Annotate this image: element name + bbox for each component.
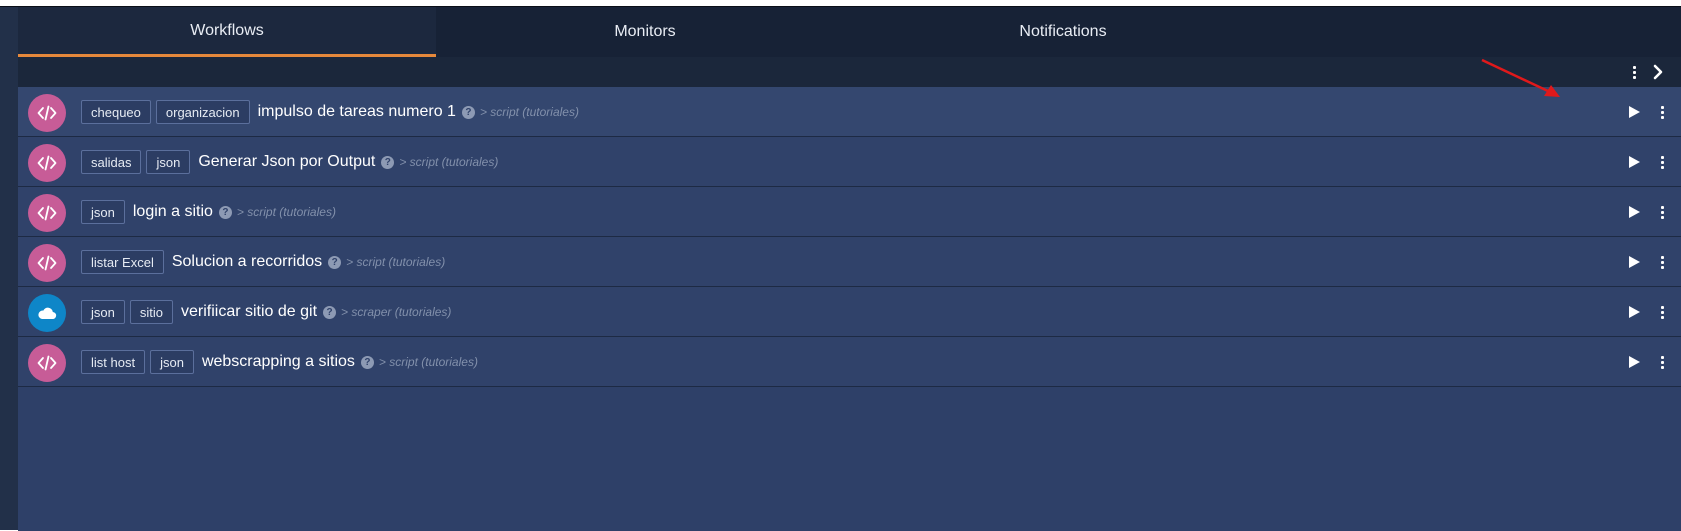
workflow-tag[interactable]: sitio xyxy=(129,300,173,324)
workflow-name[interactable]: webscrapping a sitios xyxy=(202,353,355,371)
tab-notifications[interactable]: Notifications xyxy=(854,7,1272,57)
play-icon[interactable] xyxy=(1627,105,1641,119)
workflow-tag[interactable]: salidas xyxy=(81,150,142,174)
workflow-meta: > script (tutoriales) xyxy=(378,355,478,369)
help-icon[interactable]: ? xyxy=(461,105,475,119)
kebab-menu-icon[interactable] xyxy=(1657,254,1667,270)
workflow-name[interactable]: Generar Json por Output xyxy=(198,153,375,171)
workflow-name[interactable]: Solucion a recorridos xyxy=(172,253,322,271)
workflow-meta: > script (tutoriales) xyxy=(479,105,579,119)
workflow-content: json login a sitio? > script (tutoriales) xyxy=(81,199,336,225)
workflow-meta: > script (tutoriales) xyxy=(236,205,336,219)
workflow-meta: > script (tutoriales) xyxy=(399,155,499,169)
workflow-tag[interactable]: chequeo xyxy=(81,100,151,124)
workflow-tag[interactable]: organizacion xyxy=(155,100,250,124)
workflow-content: list host json webscrapping a sitios? > scr… xyxy=(81,349,478,375)
workflow-tag[interactable]: json xyxy=(81,200,125,224)
left-rail xyxy=(0,7,18,530)
code-icon xyxy=(28,344,66,382)
workflow-row[interactable]: json sitio verifiicar sitio de git? > scrap… xyxy=(18,287,1681,337)
kebab-menu-icon[interactable] xyxy=(1657,104,1667,120)
kebab-menu-icon[interactable] xyxy=(1657,204,1667,220)
code-icon xyxy=(28,94,66,132)
workflow-meta: > scraper (tutoriales) xyxy=(341,305,452,319)
kebab-menu-icon[interactable] xyxy=(1657,354,1667,370)
workflow-content: chequeo organizacion impulso de tareas num… xyxy=(81,99,579,125)
workflow-row[interactable]: salidas json Generar Json por Output? > scr… xyxy=(18,137,1681,187)
workflow-meta: > script (tutoriales) xyxy=(346,255,446,269)
help-icon[interactable]: ? xyxy=(328,255,342,269)
chevron-right-icon[interactable] xyxy=(1649,63,1667,81)
workflow-tag[interactable]: json xyxy=(150,350,194,374)
tab-monitors[interactable]: Monitors xyxy=(436,7,854,57)
code-icon xyxy=(28,144,66,182)
tab-workflows[interactable]: Workflows xyxy=(18,7,436,57)
tab-bar: Workflows Monitors Notifications xyxy=(18,7,1681,57)
code-icon xyxy=(28,244,66,282)
workflow-content: listar Excel Solucion a recorridos? > scri… xyxy=(81,249,445,275)
workflow-tag[interactable]: list host xyxy=(81,350,146,374)
workflow-list: chequeo organizacion impulso de tareas num… xyxy=(18,87,1681,531)
play-icon[interactable] xyxy=(1627,155,1641,169)
workflow-tag[interactable]: listar Excel xyxy=(81,250,164,274)
kebab-menu-icon[interactable] xyxy=(1657,154,1667,170)
play-icon[interactable] xyxy=(1627,355,1641,369)
help-icon[interactable]: ? xyxy=(323,305,337,319)
workflow-row[interactable]: chequeo organizacion impulso de tareas num… xyxy=(18,87,1681,137)
workflow-content: salidas json Generar Json por Output? > scr… xyxy=(81,149,498,175)
workflow-name[interactable]: impulso de tareas numero 1 xyxy=(258,103,456,121)
play-icon[interactable] xyxy=(1627,255,1641,269)
workflow-tag[interactable]: json xyxy=(146,150,191,174)
kebab-menu-icon[interactable] xyxy=(1629,64,1639,80)
workflow-tag[interactable]: json xyxy=(81,300,125,324)
play-icon[interactable] xyxy=(1627,205,1641,219)
help-icon[interactable]: ? xyxy=(381,155,395,169)
workflow-content: json sitio verifiicar sitio de git? > scrap… xyxy=(81,299,451,325)
help-icon[interactable]: ? xyxy=(360,355,374,369)
workflow-name[interactable]: login a sitio xyxy=(133,203,213,221)
workflow-row[interactable]: json login a sitio? > script (tutoriales) xyxy=(18,187,1681,237)
workflow-row[interactable]: listar Excel Solucion a recorridos? > scri… xyxy=(18,237,1681,287)
kebab-menu-icon[interactable] xyxy=(1657,304,1667,320)
code-icon xyxy=(28,194,66,232)
list-toolbar xyxy=(18,57,1681,87)
workflow-app: Workflows Monitors Notifications chequeo… xyxy=(0,6,1681,531)
help-icon[interactable]: ? xyxy=(218,205,232,219)
cloud-icon xyxy=(28,294,66,332)
workflow-row[interactable]: list host json webscrapping a sitios? > scr… xyxy=(18,337,1681,387)
play-icon[interactable] xyxy=(1627,305,1641,319)
workflow-name[interactable]: verifiicar sitio de git xyxy=(181,303,317,321)
